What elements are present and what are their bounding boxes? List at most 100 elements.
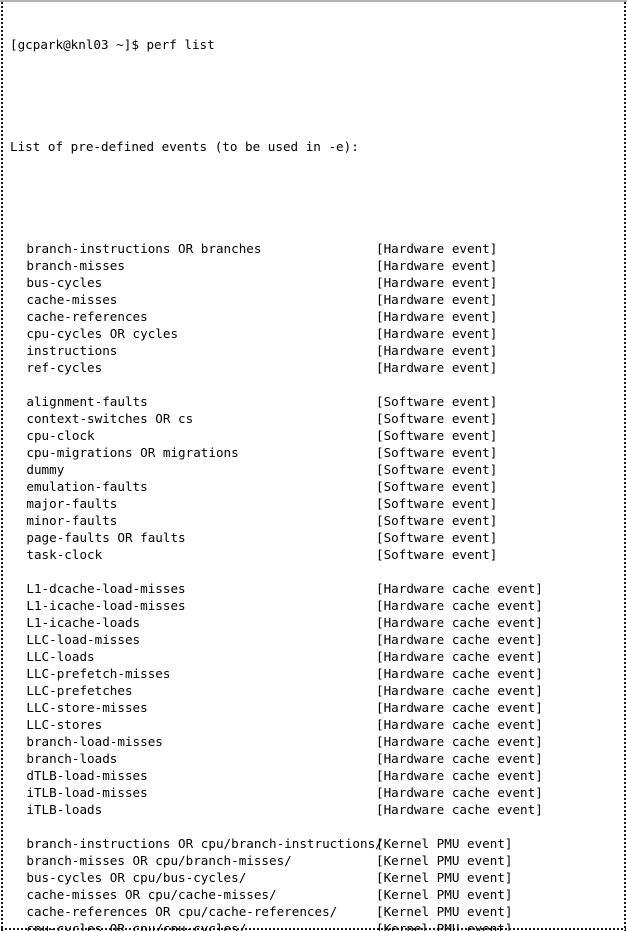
event-row: branch-load-misses [Hardware cache event]: [10, 733, 621, 750]
event-row: L1-icache-load-misses [Hardware cache eve…: [10, 597, 621, 614]
event-name: cache-references OR cpu/cache-references…: [26, 904, 338, 919]
event-type-label: [Kernel PMU event]: [376, 904, 513, 919]
event-row: ref-cycles [Hardware event]: [10, 359, 621, 376]
events-heading: List of pre-defined events (to be used i…: [10, 139, 359, 154]
event-row: cpu-clock [Software event]: [10, 427, 621, 444]
event-row: emulation-faults [Software event]: [10, 478, 621, 495]
event-row: cpu-cycles OR cpu/cpu-cycles/ [Kernel PMU…: [10, 920, 621, 931]
event-name: branch-instructions OR cpu/branch-instru…: [26, 836, 383, 851]
event-type-label: [Software event]: [376, 445, 498, 460]
event-name: L1-dcache-load-misses: [26, 581, 186, 596]
event-name: iTLB-loads: [26, 802, 103, 817]
event-name: cpu-clock: [26, 428, 95, 443]
event-row: LLC-load-misses [Hardware cache event]: [10, 631, 621, 648]
event-name: branch-instructions OR branches: [26, 241, 262, 256]
event-type-label: [Hardware event]: [376, 258, 498, 273]
event-name: major-faults: [26, 496, 118, 511]
event-type-label: [Hardware event]: [376, 309, 498, 324]
event-row: branch-misses [Hardware event]: [10, 257, 621, 274]
event-type-label: [Hardware event]: [376, 360, 498, 375]
event-name: cpu-migrations OR migrations: [26, 445, 239, 460]
event-type-label: [Hardware event]: [376, 343, 498, 358]
event-name: instructions: [26, 343, 118, 358]
event-row: cpu-migrations OR migrations [Software ev…: [10, 444, 621, 461]
event-section-kernel-pmu-events: branch-instructions OR cpu/branch-instru…: [10, 835, 621, 931]
event-name: minor-faults: [26, 513, 118, 528]
event-row: minor-faults [Software event]: [10, 512, 621, 529]
event-row: L1-dcache-load-misses [Hardware cache eve…: [10, 580, 621, 597]
event-name: branch-load-misses: [26, 734, 163, 749]
event-section-hardware-events: branch-instructions OR branches [Hardware…: [10, 240, 621, 376]
event-type-label: [Software event]: [376, 428, 498, 443]
event-type-label: [Hardware cache event]: [376, 785, 543, 800]
event-name: LLC-prefetches: [26, 683, 133, 698]
event-row: task-clock [Software event]: [10, 546, 621, 563]
event-row: branch-misses OR cpu/branch-misses/ [Kern…: [10, 852, 621, 869]
event-row: dummy [Software event]: [10, 461, 621, 478]
event-type-label: [Software event]: [376, 530, 498, 545]
event-name: task-clock: [26, 547, 103, 562]
event-name: branch-misses: [26, 258, 125, 273]
event-type-label: [Hardware cache event]: [376, 581, 543, 596]
event-name: cache-references: [26, 309, 148, 324]
event-type-label: [Hardware cache event]: [376, 649, 543, 664]
event-type-label: [Hardware cache event]: [376, 717, 543, 732]
event-type-label: [Software event]: [376, 462, 498, 477]
event-row: LLC-prefetches [Hardware cache event]: [10, 682, 621, 699]
event-row: iTLB-loads [Hardware cache event]: [10, 801, 621, 818]
terminal-output[interactable]: [gcpark@knl03 ~]$ perf list List of pre-…: [10, 2, 621, 931]
event-type-label: [Hardware event]: [376, 326, 498, 341]
event-type-label: [Hardware cache event]: [376, 666, 543, 681]
event-type-label: [Software event]: [376, 547, 498, 562]
event-row: iTLB-load-misses [Hardware cache event]: [10, 784, 621, 801]
event-row: instructions [Hardware event]: [10, 342, 621, 359]
event-row: cache-misses OR cpu/cache-misses/ [Kernel…: [10, 886, 621, 903]
event-row: LLC-store-misses [Hardware cache event]: [10, 699, 621, 716]
event-type-label: [Hardware cache event]: [376, 683, 543, 698]
terminal-window: [gcpark@knl03 ~]$ perf list List of pre-…: [0, 0, 627, 931]
event-type-label: [Software event]: [376, 411, 498, 426]
event-name: page-faults OR faults: [26, 530, 186, 545]
event-name: L1-icache-load-misses: [26, 598, 186, 613]
window-left-border: [1, 2, 3, 931]
event-section-hardware-cache-events: L1-dcache-load-misses [Hardware cache eve…: [10, 580, 621, 818]
event-name: LLC-loads: [26, 649, 95, 664]
event-type-label: [Hardware cache event]: [376, 768, 543, 783]
event-name: cpu-cycles OR cpu/cpu-cycles/: [26, 921, 247, 931]
event-row: LLC-stores [Hardware cache event]: [10, 716, 621, 733]
event-type-label: [Hardware event]: [376, 275, 498, 290]
event-type-label: [Software event]: [376, 394, 498, 409]
event-row: L1-icache-loads [Hardware cache event]: [10, 614, 621, 631]
event-type-label: [Software event]: [376, 479, 498, 494]
event-type-label: [Kernel PMU event]: [376, 921, 513, 931]
event-section-software-events: alignment-faults [Software event] context-…: [10, 393, 621, 563]
event-type-label: [Hardware cache event]: [376, 700, 543, 715]
event-type-label: [Kernel PMU event]: [376, 836, 513, 851]
event-type-label: [Hardware cache event]: [376, 632, 543, 647]
event-row: cache-misses [Hardware event]: [10, 291, 621, 308]
event-type-label: [Hardware cache event]: [376, 734, 543, 749]
event-name: ref-cycles: [26, 360, 103, 375]
event-row: alignment-faults [Software event]: [10, 393, 621, 410]
event-name: LLC-prefetch-misses: [26, 666, 171, 681]
event-name: LLC-load-misses: [26, 632, 141, 647]
event-name: L1-icache-loads: [26, 615, 141, 630]
event-row: branch-instructions OR cpu/branch-instru…: [10, 835, 621, 852]
event-type-label: [Kernel PMU event]: [376, 887, 513, 902]
event-row: cache-references [Hardware event]: [10, 308, 621, 325]
event-type-label: [Hardware cache event]: [376, 802, 543, 817]
event-type-label: [Kernel PMU event]: [376, 853, 513, 868]
event-name: dummy: [26, 462, 65, 477]
event-row: cpu-cycles OR cycles [Hardware event]: [10, 325, 621, 342]
event-type-label: [Hardware event]: [376, 292, 498, 307]
event-type-label: [Hardware cache event]: [376, 751, 543, 766]
event-name: LLC-store-misses: [26, 700, 148, 715]
event-type-label: [Hardware cache event]: [376, 615, 543, 630]
event-name: branch-misses OR cpu/branch-misses/: [26, 853, 292, 868]
event-row: LLC-loads [Hardware cache event]: [10, 648, 621, 665]
event-name: bus-cycles: [26, 275, 103, 290]
